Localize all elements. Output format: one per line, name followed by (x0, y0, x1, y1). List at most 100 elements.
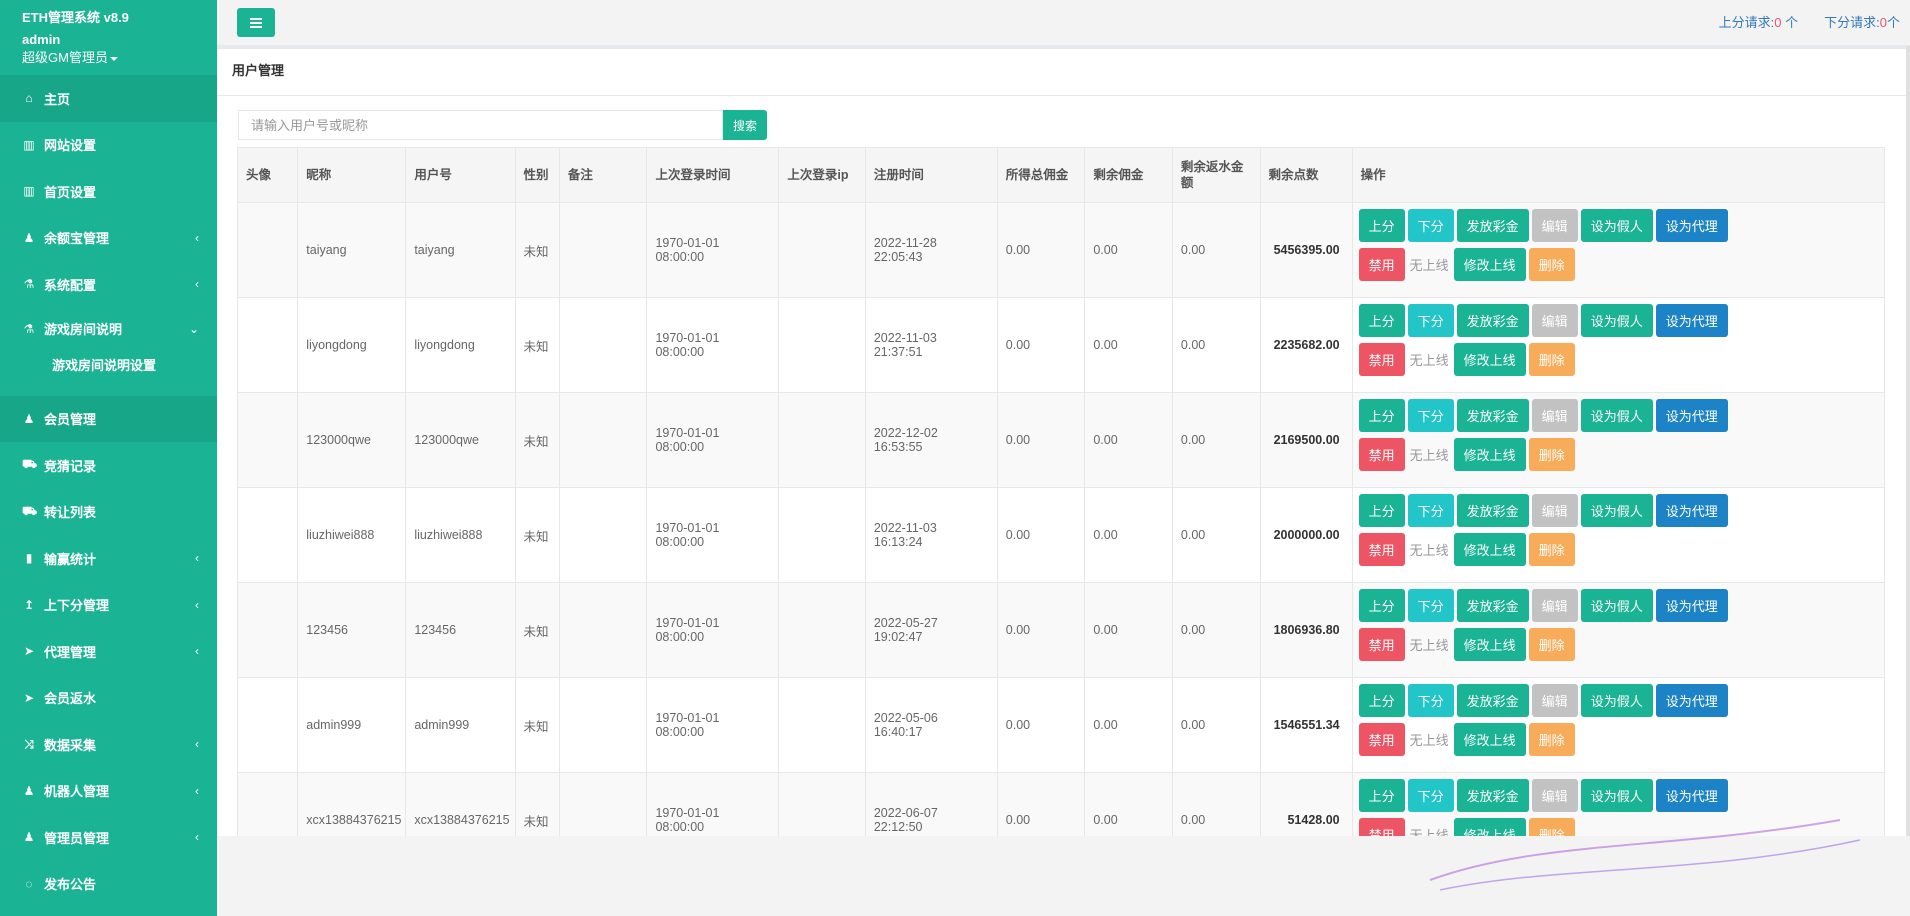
modify-parent-button[interactable]: 修改上线 (1453, 438, 1526, 471)
nickname-cell: 123000qwe (297, 392, 407, 488)
edit-button[interactable]: 编辑 (1531, 399, 1578, 432)
add-points-button[interactable]: 上分 (1358, 589, 1405, 622)
grant-bonus-button[interactable]: 发放彩金 (1456, 589, 1529, 622)
nickname-cell: liyongdong (297, 297, 407, 393)
set-fake-button[interactable]: 设为假人 (1580, 209, 1653, 242)
add-points-button[interactable]: 上分 (1358, 779, 1405, 812)
sub-points-button[interactable]: 下分 (1407, 684, 1454, 717)
up-request-link[interactable]: 上分请求:0 个 (1719, 12, 1798, 31)
sidebar-item-12[interactable]: ➤ 代理管理 ‹ (0, 628, 217, 675)
modify-parent-button[interactable]: 修改上线 (1453, 628, 1526, 661)
edit-button[interactable]: 编辑 (1531, 304, 1578, 337)
grant-bonus-button[interactable]: 发放彩金 (1456, 684, 1529, 717)
action-row-secondary: 禁用 无上线 修改上线 删除 (1358, 628, 1878, 661)
set-fake-button[interactable]: 设为假人 (1580, 684, 1653, 717)
ban-button[interactable]: 禁用 (1358, 723, 1405, 756)
edit-button[interactable]: 编辑 (1531, 589, 1578, 622)
ban-button[interactable]: 禁用 (1358, 533, 1405, 566)
sidebar-item-8[interactable]: ⛟ 竞猜记录 (0, 442, 217, 489)
set-agent-button[interactable]: 设为代理 (1655, 209, 1728, 242)
delete-button[interactable]: 删除 (1528, 533, 1575, 566)
points-cell: 2169500.00 (1259, 392, 1353, 488)
down-request-link[interactable]: 下分请求:0个 (1824, 12, 1900, 31)
no-parent-label: 无上线 (1409, 258, 1449, 273)
ban-button[interactable]: 禁用 (1358, 818, 1405, 836)
sidebar-item-2[interactable]: ▥ 网站设置 (0, 122, 217, 169)
sub-points-button[interactable]: 下分 (1407, 399, 1454, 432)
grant-bonus-button[interactable]: 发放彩金 (1456, 494, 1529, 527)
set-fake-button[interactable]: 设为假人 (1580, 304, 1653, 337)
menu-toggle-button[interactable] (237, 8, 275, 37)
set-fake-button[interactable]: 设为假人 (1580, 589, 1653, 622)
ban-button[interactable]: 禁用 (1358, 343, 1405, 376)
sidebar-item-10[interactable]: ▮ 输赢统计 ‹ (0, 535, 217, 582)
grant-bonus-button[interactable]: 发放彩金 (1456, 209, 1529, 242)
sub-points-button[interactable]: 下分 (1407, 589, 1454, 622)
edit-button[interactable]: 编辑 (1531, 684, 1578, 717)
edit-button[interactable]: 编辑 (1531, 209, 1578, 242)
sub-points-button[interactable]: 下分 (1407, 494, 1454, 527)
modify-parent-button[interactable]: 修改上线 (1453, 343, 1526, 376)
delete-button[interactable]: 删除 (1528, 438, 1575, 471)
grant-bonus-button[interactable]: 发放彩金 (1456, 399, 1529, 432)
modify-parent-button[interactable]: 修改上线 (1453, 723, 1526, 756)
add-points-button[interactable]: 上分 (1358, 304, 1405, 337)
search-button[interactable]: 搜索 (723, 110, 767, 140)
set-fake-button[interactable]: 设为假人 (1580, 494, 1653, 527)
delete-button[interactable]: 删除 (1528, 628, 1575, 661)
delete-button[interactable]: 删除 (1528, 818, 1575, 836)
column-header: 所得总佣金 (996, 147, 1086, 203)
sidebar-item-14[interactable]: ⤨ 数据采集 ‹ (0, 721, 217, 768)
delete-button[interactable]: 删除 (1528, 343, 1575, 376)
set-fake-button[interactable]: 设为假人 (1580, 399, 1653, 432)
sidebar-item-13[interactable]: ➤ 会员返水 (0, 675, 217, 722)
add-points-button[interactable]: 上分 (1358, 684, 1405, 717)
sub-points-button[interactable]: 下分 (1407, 209, 1454, 242)
last-login-ip-cell (778, 297, 866, 393)
search-input[interactable] (238, 110, 723, 140)
sidebar-item-3[interactable]: ▥ 首页设置 (0, 168, 217, 215)
grant-bonus-button[interactable]: 发放彩金 (1456, 304, 1529, 337)
add-points-button[interactable]: 上分 (1358, 209, 1405, 242)
set-agent-button[interactable]: 设为代理 (1655, 779, 1728, 812)
edit-button[interactable]: 编辑 (1531, 494, 1578, 527)
scrollbar[interactable] (1906, 46, 1910, 836)
ban-button[interactable]: 禁用 (1358, 248, 1405, 281)
sidebar-item-11[interactable]: ↥ 上下分管理 ‹ (0, 582, 217, 629)
modify-parent-button[interactable]: 修改上线 (1453, 818, 1526, 836)
modify-parent-button[interactable]: 修改上线 (1453, 248, 1526, 281)
sub-points-button[interactable]: 下分 (1407, 779, 1454, 812)
sidebar-item-5[interactable]: ⚗ 系统配置 ‹ (0, 261, 217, 308)
edit-button[interactable]: 编辑 (1531, 779, 1578, 812)
avatar-cell (236, 582, 299, 678)
role-dropdown[interactable]: 超级GM管理员 (22, 49, 195, 66)
set-fake-button[interactable]: 设为假人 (1580, 779, 1653, 812)
chevron-left-icon: ‹ (195, 737, 199, 752)
sidebar-item-16[interactable]: ♟ 管理员管理 ‹ (0, 814, 217, 861)
sidebar-item-1[interactable]: ⌂ 主页 (0, 75, 217, 122)
table-row: liyongdong liyongdong 未知 1970-01-01 08:00:0… (236, 297, 1886, 393)
ban-button[interactable]: 禁用 (1358, 438, 1405, 471)
sidebar-item-17[interactable]: ◌ 发布公告 (0, 861, 217, 908)
sidebar-item-15[interactable]: ♟ 机器人管理 ‹ (0, 768, 217, 815)
set-agent-button[interactable]: 设为代理 (1655, 589, 1728, 622)
set-agent-button[interactable]: 设为代理 (1655, 399, 1728, 432)
sub-points-button[interactable]: 下分 (1407, 304, 1454, 337)
set-agent-button[interactable]: 设为代理 (1655, 494, 1728, 527)
modify-parent-button[interactable]: 修改上线 (1453, 533, 1526, 566)
sidebar-item-6[interactable]: ⚗ 游戏房间说明 ⌄ (0, 308, 217, 350)
add-points-button[interactable]: 上分 (1358, 399, 1405, 432)
sidebar-subitem-room-desc-settings[interactable]: 游戏房间说明设置 (0, 350, 217, 380)
delete-button[interactable]: 删除 (1528, 248, 1575, 281)
actions-cell: 上分 下分 发放彩金 编辑 设为假人 设为代理 禁用 无上线 修改上线 删除 (1351, 677, 1886, 773)
set-agent-button[interactable]: 设为代理 (1655, 304, 1728, 337)
ban-button[interactable]: 禁用 (1358, 628, 1405, 661)
grant-bonus-button[interactable]: 发放彩金 (1456, 779, 1529, 812)
delete-button[interactable]: 删除 (1528, 723, 1575, 756)
sidebar-item-9[interactable]: ⛟ 转让列表 (0, 489, 217, 536)
sidebar-item-4[interactable]: ♟ 余额宝管理 ‹ (0, 215, 217, 262)
sidebar-item-7[interactable]: ♟ 会员管理 (0, 395, 217, 442)
add-points-button[interactable]: 上分 (1358, 494, 1405, 527)
set-agent-button[interactable]: 设为代理 (1655, 684, 1728, 717)
note-cell (558, 772, 648, 836)
